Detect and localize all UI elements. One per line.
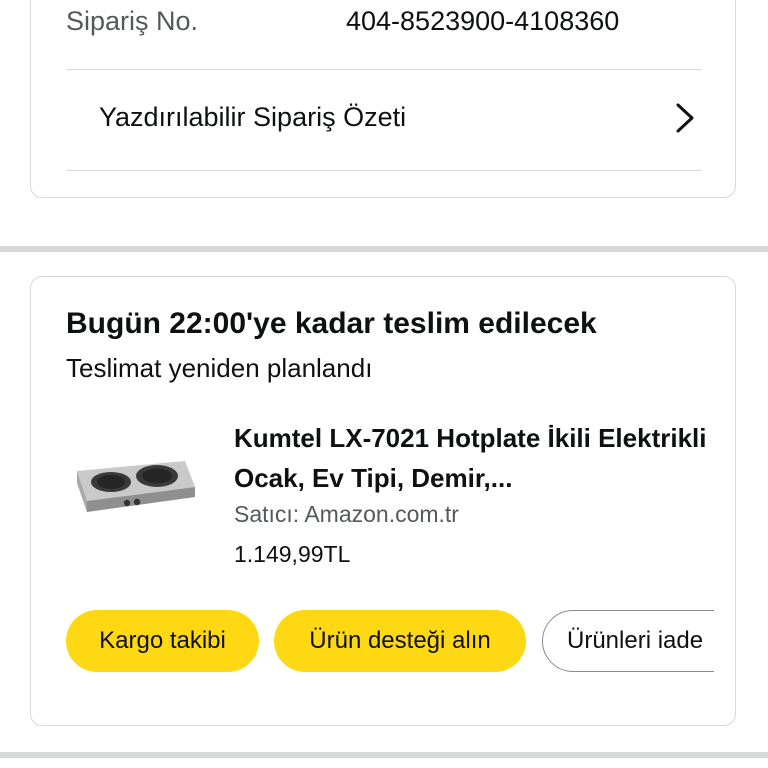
section-separator xyxy=(0,752,768,758)
printable-summary-row[interactable]: Yazdırılabilir Sipariş Özeti xyxy=(31,70,735,170)
divider xyxy=(66,170,702,171)
chevron-right-icon xyxy=(676,103,694,133)
return-items-button-clip: Ürünleri iade xyxy=(542,610,714,672)
order-number-row: Sipariş No. 404-8523900-4108360 xyxy=(31,1,735,69)
get-product-support-button[interactable]: Ürün desteği alın xyxy=(274,610,526,672)
printable-summary-label: Yazdırılabilir Sipariş Özeti xyxy=(99,102,407,132)
track-package-button[interactable]: Kargo takibi xyxy=(66,610,259,672)
product-title-link[interactable]: Kumtel LX-7021 Hotplate İkili Elektrikli… xyxy=(234,418,714,498)
return-items-button[interactable]: Ürünleri iade xyxy=(542,610,714,672)
delivery-title: Bugün 22:00'ye kadar teslim edilecek xyxy=(66,307,597,340)
product-price: 1.149,99TL xyxy=(234,541,351,567)
order-info-card: Sipariş No. 404-8523900-4108360 Yazdırıl… xyxy=(30,0,736,198)
order-number-value: 404-8523900-4108360 xyxy=(346,6,620,36)
section-separator xyxy=(0,246,768,252)
hotplate-image[interactable] xyxy=(73,457,197,515)
order-number-label: Sipariş No. xyxy=(66,6,199,36)
seller-label: Satıcı: Amazon.com.tr xyxy=(234,501,459,527)
delivery-subtitle: Teslimat yeniden planlandı xyxy=(66,353,373,383)
delivery-card: Bugün 22:00'ye kadar teslim edilecek Tes… xyxy=(30,276,736,726)
